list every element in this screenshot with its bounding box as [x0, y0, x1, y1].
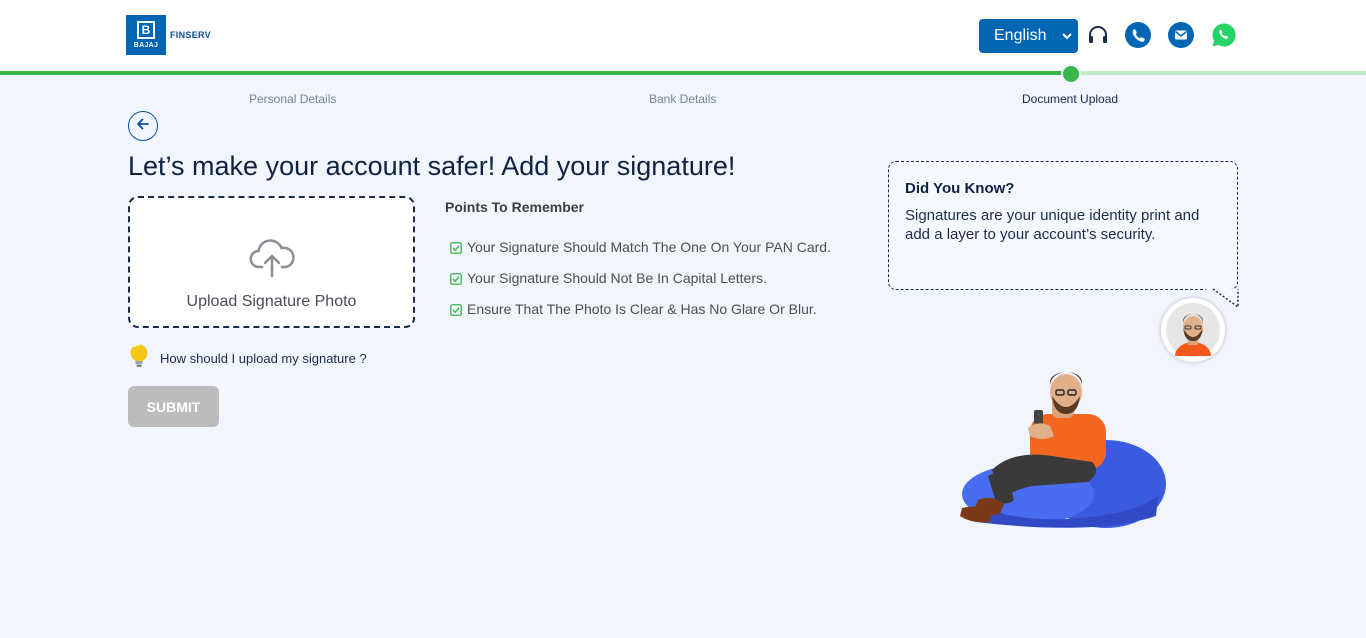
headset-icon[interactable]	[1085, 22, 1111, 48]
step-bank-details: Bank Details	[649, 92, 717, 106]
logo-text: FINSERV	[170, 30, 211, 40]
upload-help-link[interactable]: How should I upload my signature ?	[128, 343, 367, 374]
logo-glyph: B	[137, 20, 155, 39]
checkbox-icon	[450, 303, 462, 316]
upload-help-text: How should I upload my signature ?	[160, 351, 367, 366]
logo-mark: B BAJAJ	[126, 15, 166, 55]
signature-upload-dropzone[interactable]: Upload Signature Photo	[128, 196, 415, 328]
header: B BAJAJ FINSERV English	[0, 0, 1366, 71]
mail-icon[interactable]	[1168, 22, 1194, 48]
step-document-upload: Document Upload	[1022, 92, 1119, 106]
back-button[interactable]	[128, 111, 158, 141]
phone-icon[interactable]	[1125, 22, 1151, 48]
lightbulb-icon	[128, 343, 150, 374]
chevron-down-icon	[1062, 27, 1072, 48]
language-select[interactable]: English	[979, 19, 1078, 53]
points-title: Points To Remember	[445, 199, 584, 215]
did-you-know-text: Signatures are your unique identity prin…	[905, 207, 1200, 243]
point-text: Your Signature Should Not Be In Capital …	[467, 270, 767, 286]
step-personal-details: Personal Details	[249, 92, 337, 106]
point-text: Your Signature Should Match The One On Y…	[467, 239, 831, 255]
man-on-beanbag-illustration	[960, 372, 1166, 528]
bajaj-finserv-logo[interactable]: B BAJAJ FINSERV	[126, 15, 211, 55]
did-you-know-card: Did You Know? Signatures are your unique…	[888, 161, 1238, 290]
language-value: English	[994, 27, 1047, 44]
point-item: Your Signature Should Not Be In Capital …	[450, 270, 767, 286]
point-item: Your Signature Should Match The One On Y…	[450, 239, 831, 255]
arrow-left-icon	[135, 116, 151, 137]
point-item: Ensure That The Photo Is Clear & Has No …	[450, 301, 817, 317]
point-text: Ensure That The Photo Is Clear & Has No …	[467, 301, 817, 317]
submit-button[interactable]: SUBMIT	[128, 386, 219, 427]
avatar-image	[1166, 303, 1220, 357]
whatsapp-icon[interactable]	[1211, 22, 1237, 48]
avatar	[1161, 298, 1225, 362]
upload-label: Upload Signature Photo	[186, 293, 357, 310]
cloud-upload-icon	[248, 234, 296, 283]
progress-current-dot	[1061, 64, 1081, 84]
page-title: Let’s make your account safer! Add your …	[128, 151, 736, 181]
checkbox-icon	[450, 272, 462, 285]
did-you-know-title: Did You Know?	[905, 180, 1015, 197]
checkbox-icon	[450, 241, 462, 254]
progress-fill	[0, 71, 1071, 75]
logo-word: BAJAJ	[133, 41, 159, 49]
